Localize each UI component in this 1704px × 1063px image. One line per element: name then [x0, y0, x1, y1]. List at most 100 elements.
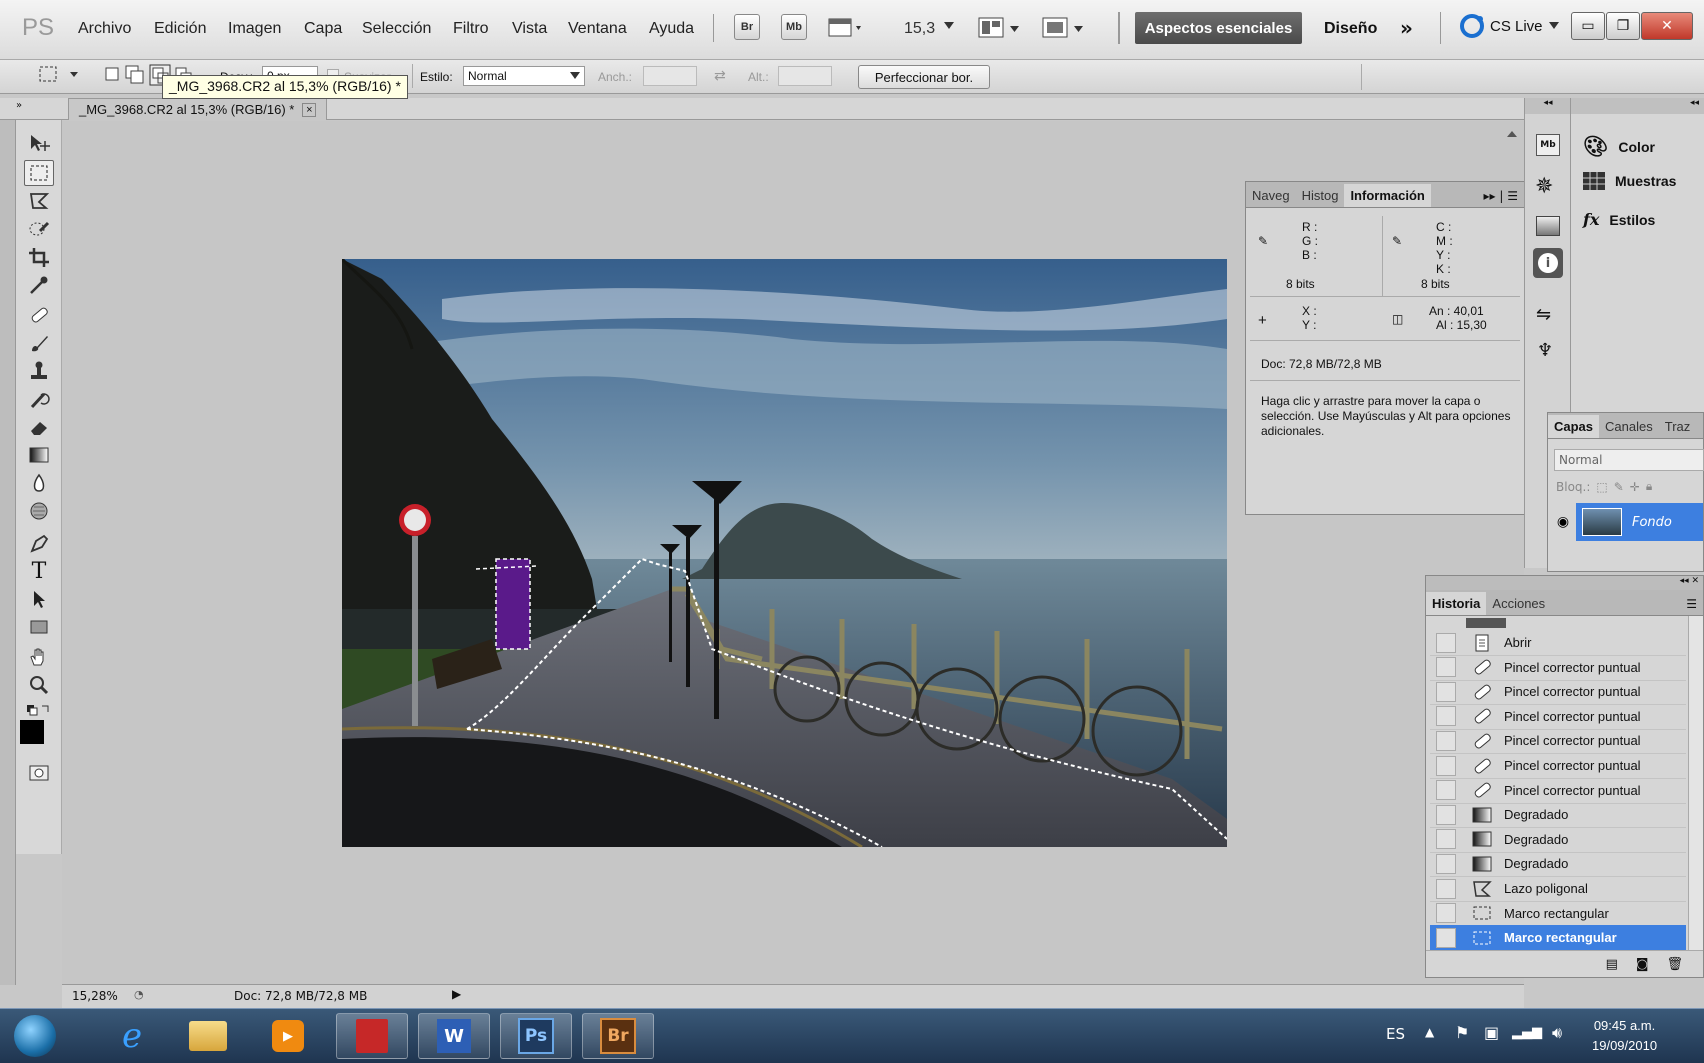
- history-item[interactable]: Pincel corrector puntual: [1430, 778, 1686, 804]
- brush-tool-icon[interactable]: [24, 330, 54, 356]
- start-button[interactable]: [8, 1013, 62, 1059]
- collapse-icon[interactable]: »: [16, 100, 22, 111]
- trash-icon[interactable]: 🗑︎: [1666, 957, 1683, 972]
- history-item[interactable]: Degradado: [1430, 851, 1686, 878]
- workspace-design-button[interactable]: Diseño: [1324, 20, 1377, 38]
- close-window-button[interactable]: ✕: [1641, 12, 1693, 40]
- history-brush-tool-icon[interactable]: [24, 386, 54, 412]
- rectangular-marquee-tool-icon[interactable]: [24, 160, 54, 186]
- navigator-icon[interactable]: ✵: [1535, 174, 1553, 199]
- history-source-checkbox[interactable]: [1436, 927, 1456, 948]
- menu-edicion[interactable]: Edición: [154, 20, 206, 38]
- history-item[interactable]: Pincel corrector puntual: [1430, 655, 1686, 681]
- color-panel-button[interactable]: 🎨︎ Color: [1583, 134, 1655, 159]
- power-icon[interactable]: ▣: [1484, 1023, 1499, 1042]
- quick-mask-icon[interactable]: [24, 760, 54, 786]
- collapse-icon[interactable]: ◂◂: [1525, 98, 1571, 114]
- mini-bridge-icon[interactable]: Mb: [1536, 134, 1560, 156]
- language-indicator[interactable]: ES: [1386, 1025, 1405, 1043]
- menu-ventana[interactable]: Ventana: [568, 20, 627, 38]
- history-source-checkbox[interactable]: [1436, 804, 1456, 825]
- taskbar-media-player[interactable]: ▶: [252, 1013, 324, 1059]
- collapse-dock-icon[interactable]: ◂◂: [1571, 98, 1704, 114]
- menu-filtro[interactable]: Filtro: [453, 20, 489, 38]
- history-item[interactable]: Abrir: [1430, 630, 1686, 656]
- history-source-checkbox[interactable]: [1436, 755, 1456, 776]
- eraser-tool-icon[interactable]: [24, 414, 54, 440]
- move-tool-icon[interactable]: [24, 130, 54, 156]
- history-item[interactable]: Degradado: [1430, 802, 1686, 829]
- adjustments-icon[interactable]: ⇋: [1536, 304, 1551, 325]
- network-signal-icon[interactable]: ▂▄▆: [1512, 1025, 1542, 1040]
- zoom-dropdown-icon[interactable]: [944, 22, 954, 30]
- taskbar-acrobat[interactable]: [336, 1013, 408, 1059]
- history-item[interactable]: Pincel corrector puntual: [1430, 704, 1686, 730]
- taskbar-photoshop[interactable]: Ps: [500, 1013, 572, 1059]
- lasso-tool-icon[interactable]: [24, 188, 54, 214]
- type-tool-icon[interactable]: T: [24, 558, 54, 584]
- hand-tool-icon[interactable]: [24, 644, 54, 670]
- blend-mode-select[interactable]: Normal: [1554, 449, 1704, 471]
- document-tab[interactable]: _MG_3968.CR2 al 15,3% (RGB/16) * ×: [68, 98, 328, 120]
- dodge-tool-icon[interactable]: [24, 498, 54, 524]
- layer-row-fondo[interactable]: ◉ Fondo: [1550, 503, 1703, 541]
- tab-informacion[interactable]: Información: [1344, 184, 1431, 207]
- width-input[interactable]: [643, 66, 697, 86]
- taskbar-clock[interactable]: 09:45 a.m. 19/09/2010: [1592, 1016, 1657, 1056]
- history-item[interactable]: Degradado: [1430, 827, 1686, 853]
- history-source-checkbox[interactable]: [1436, 853, 1456, 874]
- history-source-checkbox[interactable]: [1436, 878, 1456, 899]
- taskbar-ie[interactable]: e: [96, 1013, 168, 1059]
- history-item[interactable]: Pincel corrector puntual: [1430, 753, 1686, 779]
- scroll-up-icon[interactable]: [1505, 128, 1519, 140]
- swatches-panel-button[interactable]: Muestras: [1583, 172, 1676, 190]
- tab-histograma[interactable]: Histog: [1296, 184, 1345, 207]
- history-source-checkbox[interactable]: [1436, 706, 1456, 727]
- show-hidden-icons-icon[interactable]: ▲: [1425, 1025, 1434, 1039]
- taskbar-word[interactable]: W: [418, 1013, 490, 1059]
- history-scrollbar[interactable]: [1688, 616, 1703, 950]
- style-select[interactable]: Normal: [463, 66, 585, 86]
- history-item[interactable]: Marco rectangular: [1430, 901, 1686, 927]
- status-zoom[interactable]: 15,28%: [72, 989, 118, 1003]
- lock-all-icon[interactable]: 🔒︎: [1646, 479, 1652, 494]
- screen-mode-icon[interactable]: [1042, 16, 1086, 40]
- history-source-checkbox[interactable]: [1436, 903, 1456, 924]
- masks-icon[interactable]: ♆: [1537, 340, 1553, 361]
- history-source-checkbox[interactable]: [1436, 780, 1456, 801]
- more-workspaces-button[interactable]: »: [1400, 16, 1413, 40]
- info-icon[interactable]: i: [1533, 248, 1563, 278]
- history-menu-icon[interactable]: ☰: [1680, 593, 1703, 615]
- history-source-checkbox[interactable]: [1436, 829, 1456, 850]
- bridge-button[interactable]: Br: [734, 14, 760, 40]
- history-collapse-icon[interactable]: ◂◂ ✕: [1426, 576, 1703, 590]
- close-tab-icon[interactable]: ×: [302, 102, 317, 117]
- history-item[interactable]: Pincel corrector puntual: [1430, 728, 1686, 755]
- gradient-tool-icon[interactable]: [24, 442, 54, 468]
- menu-vista[interactable]: Vista: [512, 20, 547, 38]
- menu-ayuda[interactable]: Ayuda: [649, 20, 694, 38]
- tab-capas[interactable]: Capas: [1548, 415, 1600, 438]
- healing-brush-tool-icon[interactable]: [24, 302, 54, 328]
- crop-tool-icon[interactable]: [24, 244, 54, 270]
- refine-edge-button[interactable]: Perfeccionar bor.: [858, 65, 990, 89]
- taskbar-bridge[interactable]: Br: [582, 1013, 654, 1059]
- taskbar-explorer[interactable]: [172, 1013, 244, 1059]
- blur-tool-icon[interactable]: [24, 470, 54, 496]
- zoom-level[interactable]: 15,3: [904, 20, 935, 38]
- new-document-from-state-icon[interactable]: ▤: [1606, 957, 1618, 972]
- view-extras-icon[interactable]: [828, 16, 866, 40]
- action-center-flag-icon[interactable]: ⚑: [1455, 1023, 1469, 1042]
- rectangle-tool-icon[interactable]: [24, 614, 54, 640]
- new-snapshot-icon[interactable]: ◙: [1636, 957, 1649, 972]
- history-item[interactable]: Marco rectangular: [1430, 925, 1686, 952]
- histogram-icon[interactable]: [1536, 216, 1560, 236]
- history-source-checkbox[interactable]: [1436, 681, 1456, 702]
- mini-bridge-button[interactable]: Mb: [781, 14, 807, 40]
- lock-position-icon[interactable]: ✛: [1630, 480, 1640, 494]
- lock-pixels-icon[interactable]: ✎: [1614, 480, 1624, 494]
- lock-transparency-icon[interactable]: ⬚: [1596, 480, 1607, 494]
- history-item[interactable]: Pincel corrector puntual: [1430, 679, 1686, 706]
- eyedropper-tool-icon[interactable]: [24, 272, 54, 298]
- history-item[interactable]: Lazo poligonal: [1430, 876, 1686, 902]
